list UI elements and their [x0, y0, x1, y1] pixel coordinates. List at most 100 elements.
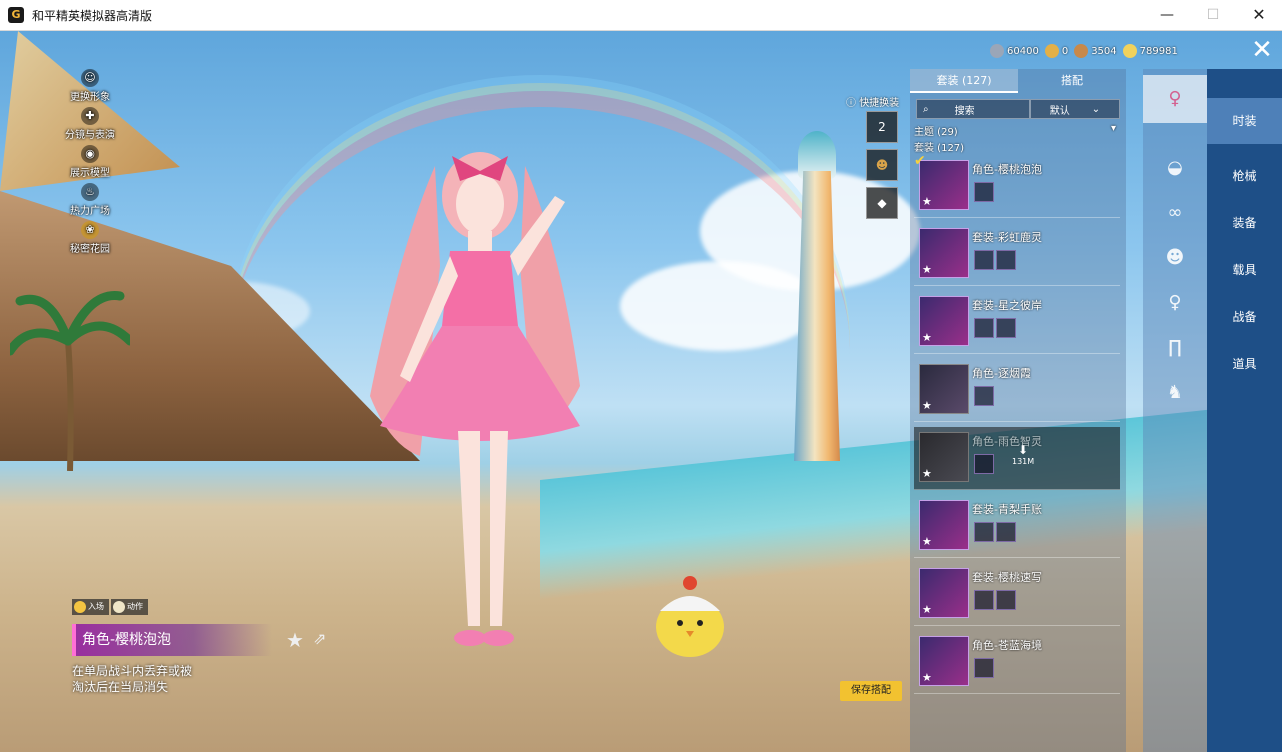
menu-show-model[interactable]: ◉ 展示模型	[55, 145, 125, 179]
theme-label: 主题 (29)	[914, 127, 958, 138]
tab-match[interactable]: 搭配	[1018, 69, 1126, 93]
item-thumbnail: ★	[919, 432, 969, 482]
menu-battle-prep[interactable]: 战备	[1207, 294, 1282, 340]
theme-filter[interactable]: 主题 (29) ▾	[914, 123, 1120, 138]
tab-sets[interactable]: 套装 (127)	[910, 69, 1018, 93]
outfit-category-icon[interactable]: ♀	[1143, 75, 1207, 123]
quick-slot-1[interactable]: 2	[866, 111, 898, 143]
minimize-button[interactable]: —	[1144, 0, 1190, 30]
menu-label: 分镜与表演	[65, 130, 115, 141]
person-icon	[113, 601, 125, 613]
menu-change-look[interactable]: ☺ 更换形象	[55, 69, 125, 103]
top-category-icon[interactable]: ♀	[1143, 279, 1207, 327]
animation-tabs: 入场 动作	[72, 599, 148, 615]
close-wardrobe-button[interactable]: ✕	[1248, 37, 1276, 65]
game-scene: ☺ 更换形象 ✚ 分镜与表演 ◉ 展示模型 ♨ 热力广场 ❀ 秘密花园 6040…	[0, 31, 1282, 752]
item-part-icon	[996, 318, 1016, 338]
list-item[interactable]: ★ 套装-星之彼岸	[914, 291, 1120, 354]
menu-guns[interactable]: 枪械	[1207, 153, 1282, 199]
menu-fashion[interactable]: 时装	[1207, 98, 1282, 144]
coupon-icon	[1122, 44, 1137, 58]
currency-silver: 60400	[990, 44, 1039, 58]
check-icon: ✔	[914, 153, 926, 169]
quick-slot-number: 2	[878, 120, 886, 134]
flame-icon: ♨	[81, 183, 99, 201]
set-count: 套装 (127)	[914, 143, 965, 154]
currency-gold: 0	[1044, 44, 1069, 58]
app-logo-icon: G	[8, 7, 24, 23]
smile-icon	[74, 601, 86, 613]
pants-category-icon[interactable]: ∏	[1143, 324, 1207, 372]
item-name: 角色-苍蓝海境	[972, 639, 1042, 652]
favorite-star-icon[interactable]: ★	[286, 628, 304, 652]
quick-slot-3[interactable]: ◆	[866, 187, 898, 219]
caret-down-icon: ▾	[1110, 123, 1116, 134]
star-icon: ★	[922, 467, 932, 480]
item-part-icon	[974, 522, 994, 542]
star-icon: ★	[922, 195, 932, 208]
entry-animation-button[interactable]: 入场	[72, 599, 109, 615]
star-icon: ★	[922, 535, 932, 548]
game-window: G 和平精英模拟器高清版 — ☐ ✕ ☺ 更换形象 ✚ 分镜与表演 ◉ 展示模型…	[0, 0, 1282, 752]
emblem-icon: ❀	[81, 221, 99, 239]
item-name: 角色-樱桃泡泡	[972, 163, 1042, 176]
currency-value: 789981	[1139, 45, 1178, 57]
bronze-coin-icon	[1074, 44, 1089, 58]
download-icon: ⬇	[1018, 443, 1029, 457]
palm-tree	[10, 291, 130, 471]
item-thumbnail: ★	[919, 636, 969, 686]
list-item[interactable]: ★ 套装-彩虹鹿灵	[914, 223, 1120, 286]
action-animation-button[interactable]: 动作	[111, 599, 148, 615]
player-character	[370, 152, 580, 646]
item-part-icon	[974, 658, 994, 678]
list-item[interactable]: ★ 角色-逐烟霞	[914, 359, 1120, 422]
window-title: 和平精英模拟器高清版	[32, 8, 153, 23]
download-size: 131M	[1012, 457, 1035, 466]
list-item[interactable]: ★ 套装-樱桃速写	[914, 563, 1120, 626]
item-part-icon	[996, 522, 1016, 542]
item-thumbnail: ★	[919, 364, 969, 414]
search-label: 搜索	[954, 105, 975, 117]
save-outfit-button[interactable]: 保存搭配	[840, 681, 902, 701]
search-input[interactable]: ⌕ 搜索	[916, 99, 1030, 119]
download-button[interactable]: ⬇ 131M	[1012, 443, 1034, 466]
outfit-tabs: 套装 (127) 搭配	[910, 69, 1126, 93]
cap-category-icon[interactable]: ◒	[1143, 144, 1207, 192]
glasses-category-icon[interactable]: ∞	[1143, 189, 1207, 237]
list-item[interactable]: ★ ✔ 角色-樱桃泡泡	[914, 153, 1120, 218]
menu-hot-plaza[interactable]: ♨ 热力广场	[55, 183, 125, 217]
menu-label: 秘密花园	[70, 244, 110, 255]
user-icon: ☺	[81, 69, 99, 87]
star-icon: ★	[922, 399, 932, 412]
item-thumbnail: ★	[919, 228, 969, 278]
mask-category-icon[interactable]: ☻	[1143, 234, 1207, 282]
currency-value: 60400	[1007, 45, 1039, 57]
close-window-button[interactable]: ✕	[1236, 0, 1282, 30]
item-thumbnail: ★	[919, 500, 969, 550]
item-name: 套装-星之彼岸	[972, 299, 1042, 312]
menu-equipment[interactable]: 装备	[1207, 200, 1282, 246]
quick-change-text: 快捷换装	[859, 98, 900, 109]
shoes-category-icon[interactable]: ♞	[1143, 369, 1207, 417]
menu-items[interactable]: 道具	[1207, 341, 1282, 387]
star-icon: ★	[922, 263, 932, 276]
list-item[interactable]: ★ 套装-青梨手账	[914, 495, 1120, 558]
maximize-button[interactable]: ☐	[1190, 0, 1236, 30]
silver-coin-icon	[990, 44, 1004, 58]
sort-dropdown[interactable]: 默认 ⌄	[1030, 99, 1120, 119]
item-description: 在单局战斗内丢弃或被 淘汰后在当局消失	[72, 663, 222, 695]
menu-vehicles[interactable]: 载具	[1207, 247, 1282, 293]
menu-secret-garden[interactable]: ❀ 秘密花园	[55, 221, 125, 255]
item-part-icon	[974, 590, 994, 610]
list-item[interactable]: ★ 角色-雨色智灵 ⬇ 131M	[914, 427, 1120, 490]
anim-label: 动作	[127, 602, 143, 611]
currency-value: 0	[1061, 45, 1069, 57]
menu-camera-show[interactable]: ✚ 分镜与表演	[55, 107, 125, 141]
quick-slot-2[interactable]: ☻	[866, 149, 898, 181]
share-icon[interactable]: ⇗	[313, 629, 326, 648]
eye-icon: ◉	[81, 145, 99, 163]
currency-coupon: 789981	[1122, 44, 1178, 58]
pet-chick	[656, 576, 724, 657]
list-item[interactable]: ★ 角色-苍蓝海境	[914, 631, 1120, 694]
item-part-icon	[996, 250, 1016, 270]
